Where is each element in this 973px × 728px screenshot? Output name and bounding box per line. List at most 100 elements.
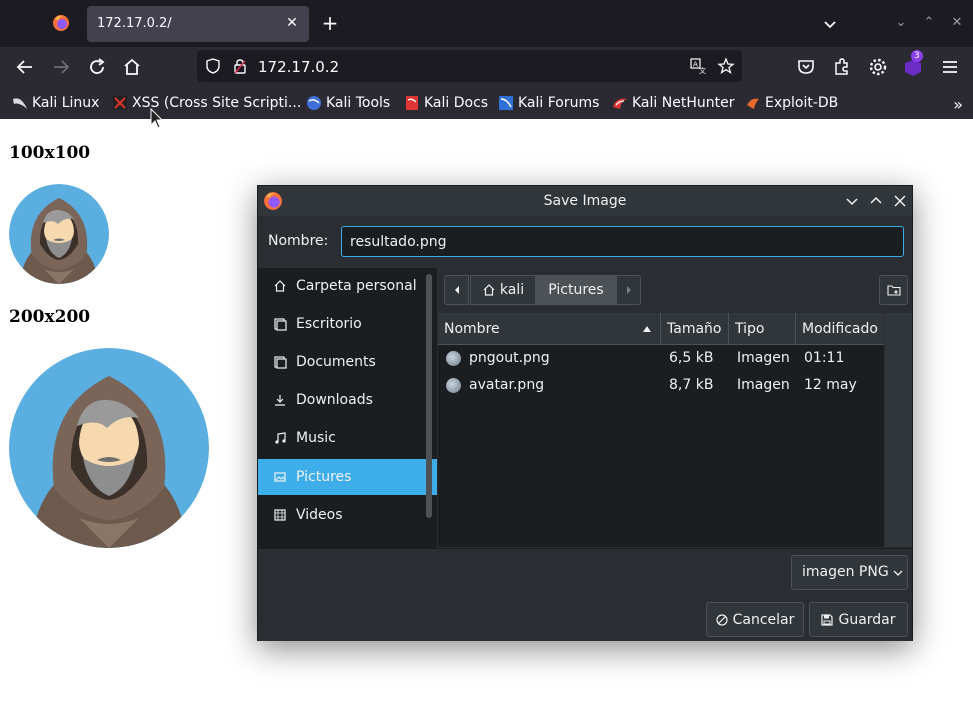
path-segment-kali[interactable]: kali [470,275,536,305]
file-type-filter-select[interactable]: imagen PNG [791,555,908,590]
home-icon [274,280,286,292]
file-name: avatar.png [469,377,545,393]
file-name: pngout.png [469,350,550,366]
file-modified: 01:11 [804,350,845,366]
firefox-icon[interactable] [52,14,70,32]
list-all-tabs-icon[interactable] [820,14,840,34]
column-header-tipo[interactable]: Tipo [729,313,796,345]
xss-site-icon [113,96,127,110]
avatar-image-200 [9,348,209,548]
bookmark-label: Kali Linux [32,95,100,111]
bookmark-exploit-db[interactable]: Exploit-DB [745,94,838,112]
file-row[interactable]: avatar.png 8,7 kB Imagen 12 may [438,373,884,400]
bookmark-kali-tools[interactable]: Kali Tools [306,94,390,112]
bookmark-xss[interactable]: XSS (Cross Site Scripti... [112,94,301,112]
documents-icon [274,356,287,369]
new-tab-button[interactable]: + [320,13,340,33]
places-sidebar: Carpeta personal Escritorio Documents Do… [258,268,437,548]
place-label: Escritorio [296,316,362,332]
place-escritorio[interactable]: Escritorio [258,306,426,342]
lock-icon[interactable] [232,58,248,74]
bookmark-star-icon[interactable] [717,57,735,75]
filename-input[interactable] [341,226,904,257]
path-forward-arrow-icon[interactable] [616,275,641,305]
file-list-scrollbar[interactable] [885,313,912,547]
save-button[interactable]: Guardar [809,602,908,637]
save-label: Guardar [838,611,896,628]
menu-hamburger-icon[interactable] [938,55,962,79]
bookmark-kali-docs[interactable]: Kali Docs [404,94,488,112]
back-icon[interactable] [13,55,37,79]
bookmarks-overflow-chevron-icon[interactable]: » [953,95,963,114]
bookmark-label: Exploit-DB [765,95,839,111]
file-size: 6,5 kB [669,350,714,366]
column-header-modificado[interactable]: Modificado [796,313,884,345]
image-file-icon [446,378,461,393]
file-list: Nombre Tamaño Tipo Modificado pngout.png… [438,313,884,547]
place-label: Carpeta personal [296,278,417,294]
dialog-close-icon[interactable] [891,192,909,210]
extensions-icon[interactable] [830,55,854,79]
path-bar: kali Pictures [444,275,644,305]
bookmark-kali-forums[interactable]: Kali Forums [498,94,599,112]
column-header-nombre[interactable]: Nombre [438,313,661,345]
dialog-maximize-icon[interactable] [867,192,885,210]
column-header-tamano[interactable]: Tamaño [661,313,729,345]
place-label: Videos [296,507,343,523]
column-label: Tamaño [667,321,722,337]
place-pictures[interactable]: Pictures [258,459,437,495]
bookmark-kali-nethunter[interactable]: Kali NetHunter [612,94,734,112]
cancel-icon [716,613,728,626]
dialog-title: Save Image [543,193,627,209]
browser-tabbar: 172.17.0.2/ ✕ + ⌄ ⌃ ✕ [0,0,973,47]
file-row[interactable]: pngout.png 6,5 kB Imagen 01:11 [438,346,884,373]
bookmark-kali-linux[interactable]: Kali Linux [12,94,99,112]
url-bar[interactable]: 172.17.0.2 A 文 [197,50,742,82]
forward-icon[interactable] [49,55,73,79]
path-back-arrow-icon[interactable] [444,275,469,305]
tab-active[interactable]: 172.17.0.2/ ✕ [87,6,309,42]
kali-tools-icon [307,96,321,110]
shield-icon[interactable] [205,58,221,74]
place-label: Music [296,430,336,446]
settings-gear-icon[interactable] [866,55,890,79]
path-segment-pictures[interactable]: Pictures [536,275,616,305]
save-image-dialog: Save Image Nombre: Carpeta personal Escr… [257,185,913,641]
dialog-titlebar[interactable]: Save Image [258,186,912,216]
place-music[interactable]: Music [258,420,426,456]
place-downloads[interactable]: Downloads [258,382,426,418]
bookmarks-toolbar: Kali Linux XSS (Cross Site Scripti... Ka… [0,87,973,119]
place-videos[interactable]: Videos [258,497,426,533]
home-icon[interactable] [120,55,144,79]
extension-badge-icon[interactable]: 3 [903,50,927,79]
kali-nethunter-icon [613,98,627,109]
tab-title: 172.17.0.2/ [97,16,172,31]
maximize-window-icon[interactable]: ⌃ [920,14,938,32]
reload-icon[interactable] [85,55,109,79]
cancel-label: Cancelar [732,611,795,628]
close-window-icon[interactable]: ✕ [948,14,966,32]
chevron-down-icon [893,570,903,576]
place-documents[interactable]: Documents [258,344,426,380]
heading-200x200: 200x200 [9,307,91,327]
translate-icon[interactable]: A 文 [690,58,706,74]
file-size: 8,7 kB [669,377,714,393]
dialog-minimize-icon[interactable] [843,192,861,210]
tab-close-icon[interactable]: ✕ [283,14,301,32]
pocket-icon[interactable] [794,55,818,79]
place-label: Documents [296,354,376,370]
minimize-window-icon[interactable]: ⌄ [892,14,910,32]
places-scrollbar[interactable] [426,274,432,518]
file-list-header: Nombre Tamaño Tipo Modificado [438,313,884,345]
place-carpeta-personal[interactable]: Carpeta personal [258,268,426,304]
path-label: Pictures [548,282,604,298]
bookmark-label: Kali NetHunter [632,95,735,111]
new-folder-button[interactable] [879,275,908,305]
home-icon [483,284,495,296]
pictures-icon [274,472,286,482]
svg-text:A: A [693,61,698,69]
cancel-button[interactable]: Cancelar [706,602,804,637]
path-label: kali [499,282,525,298]
place-label: Pictures [296,469,352,485]
file-type: Imagen [737,377,790,393]
